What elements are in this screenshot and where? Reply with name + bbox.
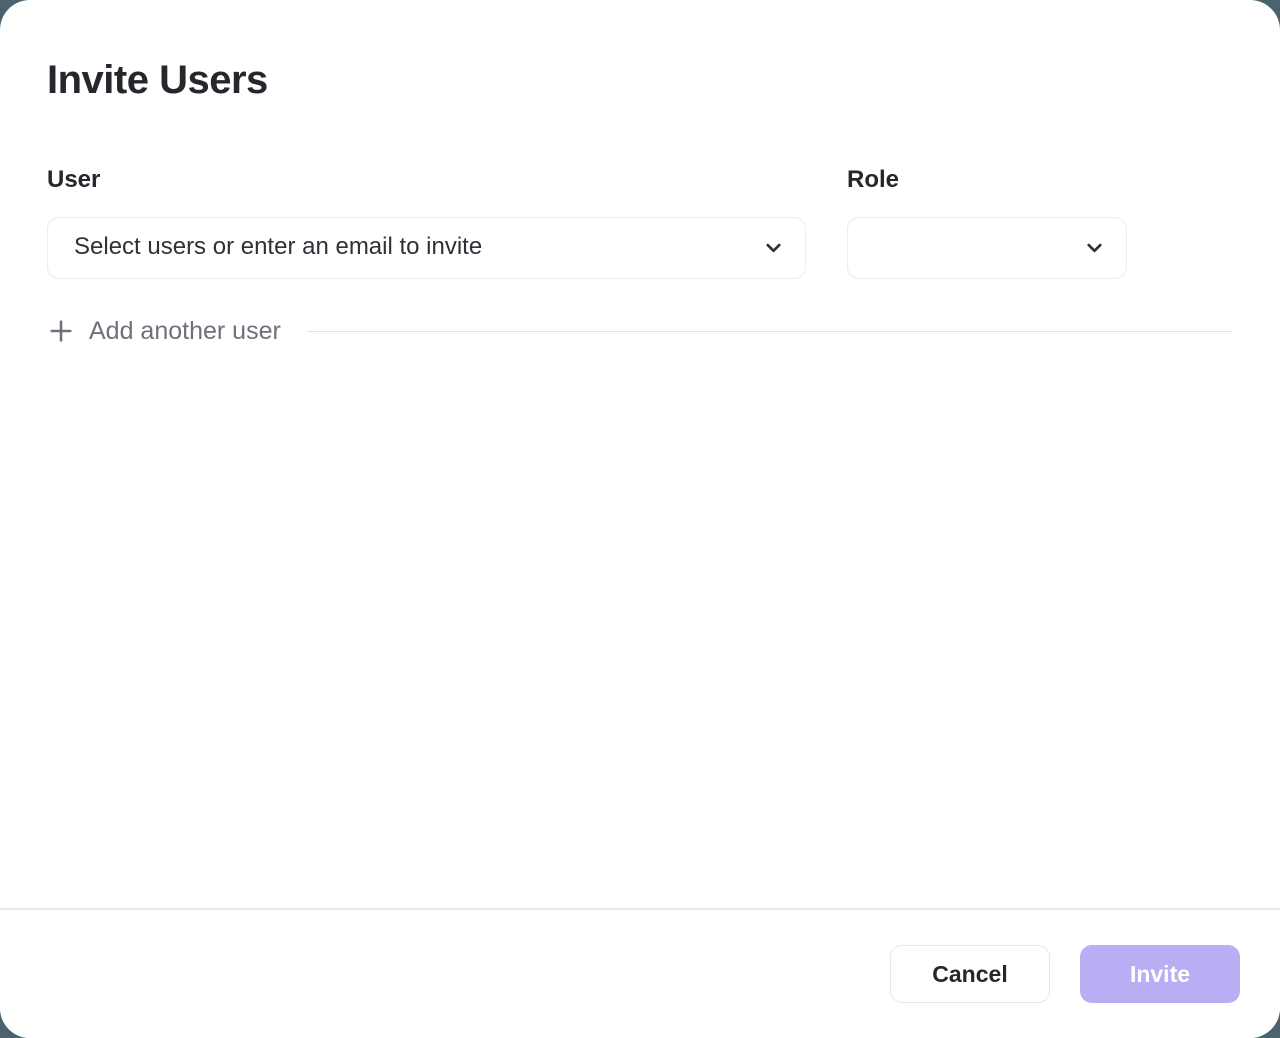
- dialog-title: Invite Users: [47, 56, 1233, 104]
- user-select-placeholder: Select users or enter an email to invite: [74, 233, 482, 262]
- add-another-user-row: Add another user: [47, 315, 1233, 348]
- role-field-label: Role: [847, 166, 1127, 195]
- user-field-label: User: [47, 166, 806, 195]
- chevron-down-icon: [762, 236, 785, 259]
- add-row-divider: [307, 331, 1233, 332]
- user-select[interactable]: Select users or enter an email to invite: [47, 217, 806, 279]
- invite-users-dialog: Invite Users User Select users or enter …: [0, 0, 1280, 1038]
- add-another-user-label: Add another user: [89, 315, 281, 348]
- dialog-body: Invite Users User Select users or enter …: [0, 0, 1280, 347]
- add-another-user-button[interactable]: Add another user: [47, 315, 281, 348]
- invite-form-row: User Select users or enter an email to i…: [47, 166, 1233, 279]
- role-field: Role: [847, 166, 1127, 279]
- user-field: User Select users or enter an email to i…: [47, 166, 806, 279]
- role-select[interactable]: [847, 217, 1127, 279]
- dialog-footer: Cancel Invite: [0, 908, 1280, 1038]
- invite-button[interactable]: Invite: [1080, 945, 1240, 1003]
- chevron-down-icon: [1083, 236, 1106, 259]
- plus-icon: [47, 317, 75, 345]
- cancel-button[interactable]: Cancel: [890, 945, 1050, 1003]
